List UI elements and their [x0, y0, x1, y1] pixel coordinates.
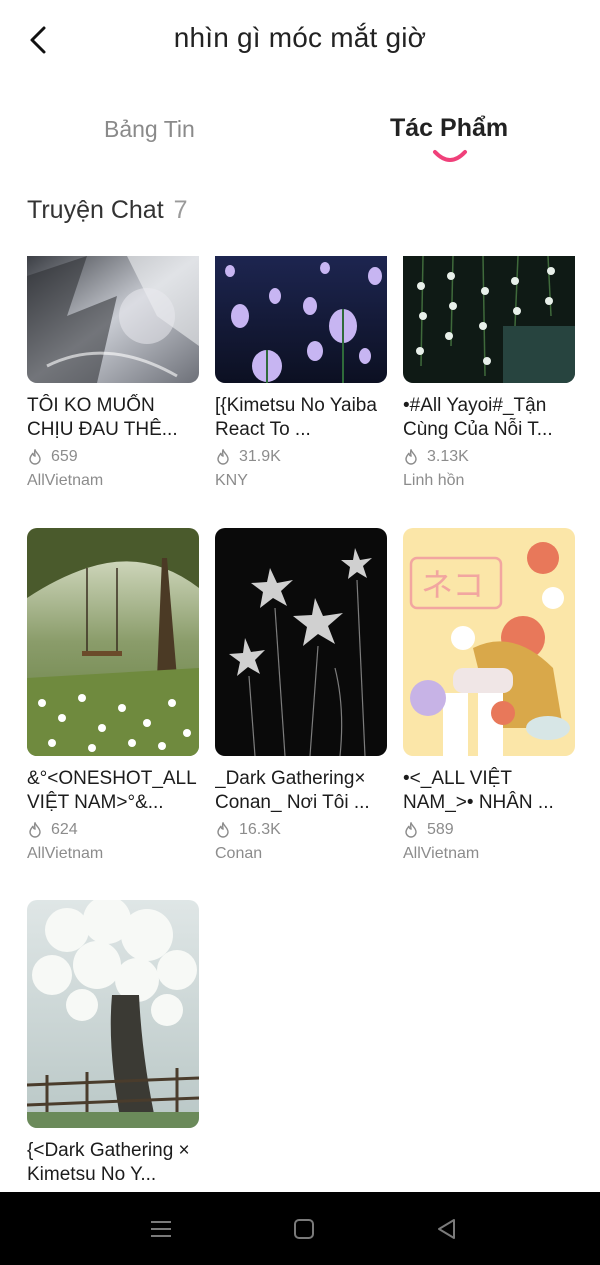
story-views: 624: [51, 821, 78, 838]
tab-news-feed[interactable]: Bảng Tin: [104, 116, 195, 143]
story-stats: 3.13K: [403, 446, 575, 468]
story-cover: [403, 256, 575, 383]
story-author: Linh hồn: [403, 472, 465, 489]
section-count: 7: [173, 196, 188, 224]
story-title: &°<ONESHOT_ALL VIỆT NAM>°&...: [27, 768, 196, 813]
story-card[interactable]: _Dark Gathering× Conan_ Nơi Tôi ... 16.3…: [215, 528, 387, 863]
back-triangle-icon: [438, 1219, 455, 1239]
story-stats: 659: [27, 446, 199, 468]
thumb-katakana: ネコ: [421, 566, 484, 604]
menu-button[interactable]: [146, 1214, 176, 1244]
story-card[interactable]: ネコ •<_ALL VIỆT NAM_>• NHÂN ... 589 AllVi…: [403, 528, 575, 863]
story-author: AllVietnam: [27, 472, 104, 489]
story-stats: 624: [27, 819, 199, 841]
story-title: TÔI KO MUỐN CHỊU ĐAU THÊ...: [27, 395, 178, 440]
story-stats: 31.9K: [215, 446, 387, 468]
home-button[interactable]: [289, 1214, 319, 1244]
story-cover: [215, 256, 387, 383]
home-square-icon: [294, 1219, 314, 1239]
top-bar: nhìn gì móc mắt giờ: [0, 0, 600, 80]
story-author: AllVietnam: [27, 845, 104, 862]
story-cover: ネコ: [403, 528, 575, 756]
tab-works[interactable]: Tác Phẩm: [390, 114, 508, 143]
story-views: 31.9K: [239, 448, 281, 465]
page-title: nhìn gì móc mắt giờ: [173, 22, 427, 53]
story-cover: [27, 256, 199, 383]
system-back-button[interactable]: [432, 1214, 462, 1244]
story-card[interactable]: &°<ONESHOT_ALL VIỆT NAM>°&... 624 AllVie…: [27, 528, 199, 863]
story-author: Conan: [215, 845, 263, 862]
profile-tabs: Bảng Tin Tác Phẩm: [0, 108, 600, 178]
story-card[interactable]: [{Kimetsu No Yaiba React To ... 31.9K KN…: [215, 256, 387, 490]
story-stats: 589: [403, 819, 575, 841]
system-nav-bar: [0, 1192, 600, 1265]
menu-icon: [151, 1221, 171, 1237]
active-tab-indicator: [433, 150, 467, 162]
story-author: AllVietnam: [403, 845, 480, 862]
story-title: •#All Yayoi#_Tận Cùng Của Nỗi T...: [403, 395, 553, 440]
story-views: 3.13K: [427, 448, 469, 465]
flame-icon: [29, 449, 41, 465]
flame-icon: [217, 449, 229, 465]
flame-icon: [405, 449, 417, 465]
story-cover: [27, 900, 199, 1128]
section-header: Truyện Chat 7: [27, 196, 188, 225]
story-stats: 16.3K: [215, 819, 387, 841]
story-title: [{Kimetsu No Yaiba React To ...: [215, 395, 377, 440]
story-title: •<_ALL VIỆT NAM_>• NHÂN ...: [403, 768, 554, 813]
story-card[interactable]: TÔI KO MUỐN CHỊU ĐAU THÊ... 659 AllVietn…: [27, 256, 199, 490]
story-views: 16.3K: [239, 821, 281, 838]
story-card[interactable]: •#All Yayoi#_Tận Cùng Của Nỗi T... 3.13K…: [403, 256, 575, 490]
story-title: {<Dark Gathering × Kimetsu No Y...: [27, 1140, 190, 1185]
flame-icon: [217, 822, 229, 838]
story-views: 659: [51, 448, 78, 465]
section-title: Truyện Chat: [27, 196, 164, 224]
story-card[interactable]: {<Dark Gathering × Kimetsu No Y...: [27, 900, 199, 1187]
story-title: _Dark Gathering× Conan_ Nơi Tôi ...: [215, 768, 370, 813]
story-cover: [215, 528, 387, 756]
flame-icon: [405, 822, 417, 838]
story-views: 589: [427, 821, 454, 838]
story-cover: [27, 528, 199, 756]
story-author: KNY: [215, 472, 248, 489]
flame-icon: [29, 822, 41, 838]
